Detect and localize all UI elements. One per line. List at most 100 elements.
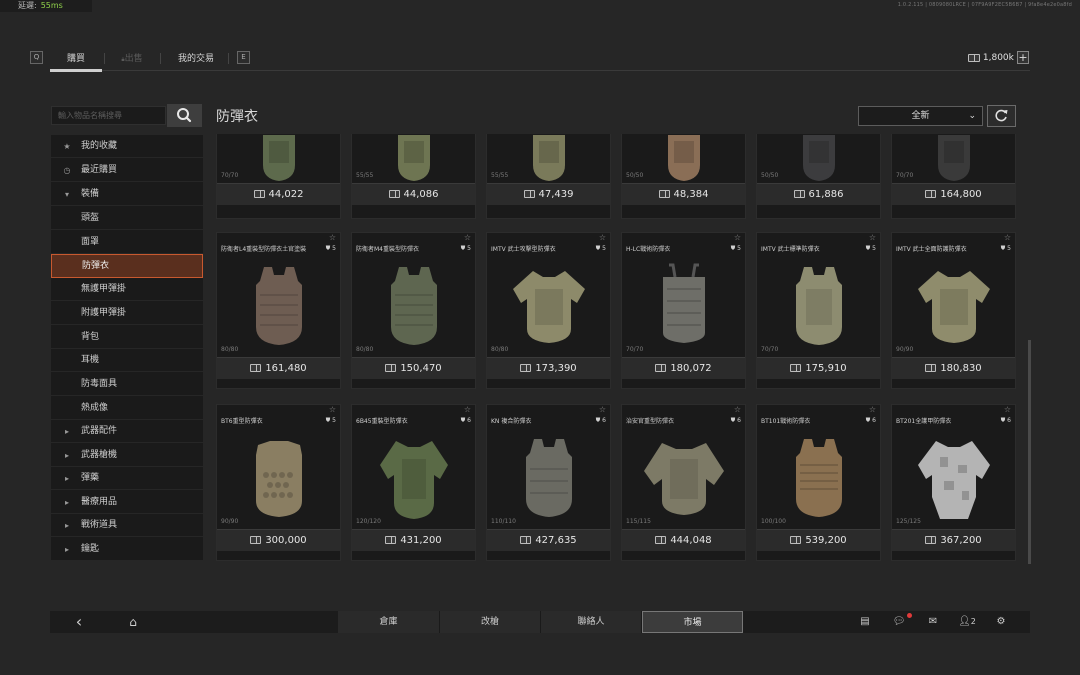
item-card[interactable]: ☆ 防衛者L4重裝型防彈衣土官塗裝 ⛊ 5 80/80 161,480 <box>216 232 341 389</box>
armor-class: ⛊ 5 <box>866 245 876 253</box>
sidebar-item-ammo[interactable]: ▸ 彈藥 <box>51 467 203 490</box>
price-tag[interactable]: 164,800 <box>892 183 1015 205</box>
item-card[interactable]: 70/70 164,800 <box>891 134 1016 219</box>
caret-right-icon: ▸ <box>64 451 69 460</box>
condition-filter-select[interactable]: 全新 ⌄ <box>858 106 983 126</box>
refresh-icon <box>995 109 1008 122</box>
add-currency-button[interactable]: + <box>1017 51 1029 64</box>
price-tag[interactable]: 61,886 <box>757 183 880 205</box>
grid-scrollbar[interactable] <box>1028 340 1031 564</box>
item-card[interactable]: 55/55 44,086 <box>351 134 476 219</box>
nav-market[interactable]: 市場 <box>642 611 743 633</box>
item-card[interactable]: ☆ KN 複合防彈衣 ⛊ 6 110/110 427,635 <box>486 404 611 561</box>
sidebar-item-favorites[interactable]: ★ 我的收藏 <box>51 135 203 158</box>
price-value: 173,390 <box>535 363 577 374</box>
price-tag[interactable]: 150,470 <box>352 357 475 379</box>
favorite-star-icon[interactable]: ☆ <box>1004 233 1011 242</box>
item-card[interactable]: 70/70 44,022 <box>216 134 341 219</box>
price-tag[interactable]: 180,830 <box>892 357 1015 379</box>
shield-icon: ⛊ <box>325 417 331 424</box>
price-tag[interactable]: 444,048 <box>622 529 745 551</box>
price-tag[interactable]: 44,022 <box>217 183 340 205</box>
favorite-star-icon[interactable]: ☆ <box>1004 405 1011 414</box>
price-tag[interactable]: 48,384 <box>622 183 745 205</box>
item-card[interactable]: ☆ IMTV 武士標準防彈衣 ⛊ 5 70/70 175,910 <box>756 232 881 389</box>
favorite-star-icon[interactable]: ☆ <box>869 405 876 414</box>
settings-gear-icon[interactable]: ⚙ <box>984 611 1018 633</box>
back-icon[interactable]: ‹ <box>62 611 96 633</box>
sidebar-item-gas-mask[interactable]: 防毒面具 <box>51 373 203 396</box>
favorite-star-icon[interactable]: ☆ <box>329 405 336 414</box>
sidebar-item-tactical[interactable]: ▸ 戰術道具 <box>51 514 203 537</box>
item-card[interactable]: ☆ 防衛者M4重裝型防彈衣 ⛊ 5 80/80 150,470 <box>351 232 476 389</box>
party-icon[interactable]: 👤︎2 <box>950 611 984 633</box>
tab-buy[interactable]: 購買 <box>50 52 102 70</box>
sidebar-item-backpack[interactable]: 背包 <box>51 326 203 349</box>
price-tag[interactable]: 47,439 <box>487 183 610 205</box>
sidebar-item-rig[interactable]: 無護甲彈掛 <box>51 278 203 301</box>
favorite-star-icon[interactable]: ☆ <box>464 405 471 414</box>
sidebar-item-medical[interactable]: ▸ 醫療用品 <box>51 491 203 514</box>
sidebar-item-label: 最近購買 <box>81 165 118 175</box>
tab-my-trades[interactable]: 我的交易 <box>170 52 222 70</box>
price-tag[interactable]: 300,000 <box>217 529 340 551</box>
search-input[interactable] <box>52 107 165 124</box>
sidebar-item-face-shield[interactable]: 面罩 <box>51 231 203 254</box>
mail-icon[interactable]: ✉ <box>916 611 950 633</box>
price-tag[interactable]: 539,200 <box>757 529 880 551</box>
sidebar-item-weapon-attachments[interactable]: ▸ 武器配件 <box>51 420 203 443</box>
price-tag[interactable]: 173,390 <box>487 357 610 379</box>
item-card[interactable]: 50/50 48,384 <box>621 134 746 219</box>
sidebar-item-armored-rig[interactable]: 附護甲彈掛 <box>51 302 203 325</box>
price-tag[interactable]: 431,200 <box>352 529 475 551</box>
caret-right-icon: ▸ <box>64 474 69 483</box>
body-armor-image <box>255 267 302 345</box>
price-tag[interactable]: 175,910 <box>757 357 880 379</box>
sidebar-item-helmet[interactable]: 頭盔 <box>51 207 203 230</box>
refresh-button[interactable] <box>987 105 1016 127</box>
sidebar-item-recent[interactable]: ◷ 最近購買 <box>51 159 203 182</box>
favorite-star-icon[interactable]: ☆ <box>599 405 606 414</box>
price-tag[interactable]: 44,086 <box>352 183 475 205</box>
favorite-star-icon[interactable]: ☆ <box>734 405 741 414</box>
armor-class-value: 5 <box>872 245 876 252</box>
sidebar-item-weapon-bolts[interactable]: ▸ 武器槍機 <box>51 444 203 467</box>
favorite-star-icon[interactable]: ☆ <box>869 233 876 242</box>
durability-label: 120/120 <box>356 518 381 525</box>
favorite-star-icon[interactable]: ☆ <box>734 233 741 242</box>
sidebar-item-body-armor[interactable]: 防彈衣 <box>51 254 203 278</box>
favorite-star-icon[interactable]: ☆ <box>329 233 336 242</box>
tasks-icon[interactable]: ▤ <box>848 611 882 633</box>
nav-modify-weapon[interactable]: 改槍 <box>440 611 541 633</box>
price-tag[interactable]: 180,072 <box>622 357 745 379</box>
caret-right-icon: ▸ <box>64 498 69 507</box>
price-tag[interactable]: 367,200 <box>892 529 1015 551</box>
item-card[interactable]: ☆ BT101戰術防彈衣 ⛊ 6 100/100 539,200 <box>756 404 881 561</box>
price-tag[interactable]: 161,480 <box>217 357 340 379</box>
item-card[interactable]: ☆ BT6重型防彈衣 ⛊ 5 90/90 300,000 <box>216 404 341 561</box>
favorite-star-icon[interactable]: ☆ <box>599 233 606 242</box>
nav-warehouse[interactable]: 倉庫 <box>338 611 440 633</box>
body-armor-image <box>532 135 565 181</box>
search-button[interactable] <box>167 104 202 127</box>
sidebar-item-keys[interactable]: ▸ 鑰匙 <box>51 538 203 561</box>
sidebar-item-equipment[interactable]: ▾ 裝備 <box>51 183 203 206</box>
item-card[interactable]: 55/55 47,439 <box>486 134 611 219</box>
item-card[interactable]: ☆ H-LC戰術防彈衣 ⛊ 5 70/70 180,072 <box>621 232 746 389</box>
home-icon[interactable]: ⌂ <box>116 611 150 633</box>
favorite-star-icon[interactable]: ☆ <box>464 233 471 242</box>
sidebar-item-headset[interactable]: 耳機 <box>51 349 203 372</box>
body-armor-image <box>795 267 842 345</box>
item-card[interactable]: ☆ IMTV 武士攻擊型防彈衣 ⛊ 5 80/80 173,390 <box>486 232 611 389</box>
price-tag[interactable]: 427,635 <box>487 529 610 551</box>
sidebar-item-thermal[interactable]: 熱成像 <box>51 397 203 420</box>
item-card[interactable]: ☆ BT201全護甲防彈衣 ⛊ 6 125/125 367,200 <box>891 404 1016 561</box>
nav-contacts[interactable]: 聯絡人 <box>541 611 642 633</box>
tab-sell[interactable]: 🔒︎出售 <box>112 52 152 70</box>
item-card[interactable]: 50/50 61,886 <box>756 134 881 219</box>
durability-label: 70/70 <box>221 172 239 179</box>
page-title: 防彈衣 <box>216 109 258 125</box>
item-card[interactable]: ☆ 治安官重型防彈衣 ⛊ 6 115/115 444,048 <box>621 404 746 561</box>
item-card[interactable]: ☆ IMTV 武士全面防護防彈衣 ⛊ 5 90/90 180,830 <box>891 232 1016 389</box>
item-card[interactable]: ☆ 6B45重裝型防彈衣 ⛊ 6 120/120 431,200 <box>351 404 476 561</box>
